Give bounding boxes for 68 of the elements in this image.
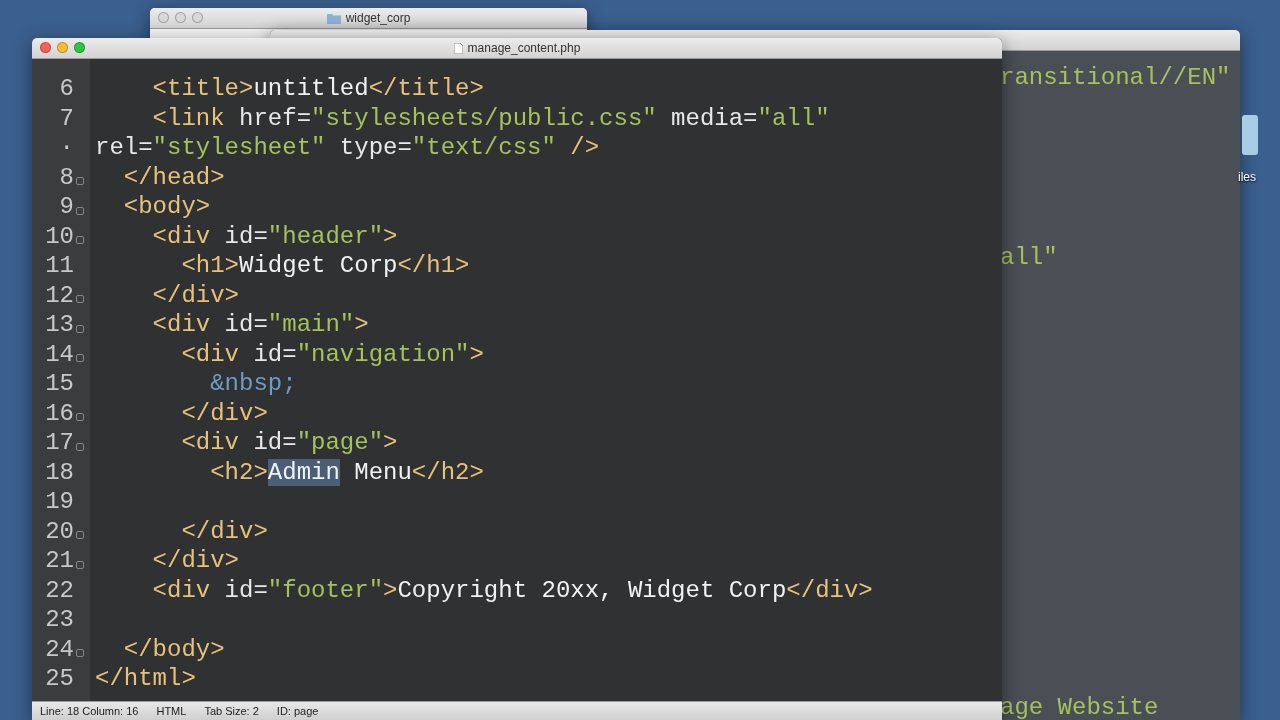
code-line: </head> — [122, 162, 226, 192]
code-line: <div id="main"> — [151, 310, 370, 340]
code-line: <title>untitled</title> — [151, 74, 485, 104]
code-line: </body> — [122, 634, 226, 664]
tab-size-selector[interactable]: Tab Size: 2 — [204, 705, 259, 717]
line-number: · — [59, 134, 74, 162]
line-number: 11 — [45, 252, 74, 280]
code-line: <div id="navigation"> — [180, 339, 485, 369]
line-number: 24 — [45, 635, 74, 663]
code-line: <div id="page"> — [180, 428, 399, 458]
code-line: <h1>Widget Corp</h1> — [180, 251, 471, 281]
close-button[interactable] — [40, 42, 51, 53]
fold-icon[interactable] — [76, 206, 84, 215]
fold-icon[interactable] — [76, 295, 84, 304]
window-title: manage_content.php — [467, 41, 581, 55]
line-number: 9 — [59, 193, 74, 221]
line-number: 21 — [45, 547, 74, 575]
window-control[interactable] — [175, 12, 186, 23]
line-number: 22 — [45, 576, 74, 604]
code-line: </div> — [151, 546, 241, 576]
zoom-button[interactable] — [74, 42, 85, 53]
code-text: age Website — [1000, 693, 1160, 720]
line-number: 14 — [45, 340, 74, 368]
code-line: <div id="header"> — [151, 221, 399, 251]
code-text: ransitional//EN" — [1000, 63, 1232, 93]
line-number: 25 — [45, 665, 74, 693]
line-number: 23 — [45, 606, 74, 634]
document-icon — [453, 42, 463, 54]
fold-icon[interactable] — [76, 177, 84, 186]
window-title: widget_corp — [345, 11, 411, 25]
code-line: </div> — [151, 280, 241, 310]
symbol-selector[interactable]: ID: page — [276, 705, 319, 717]
line-number: 17 — [45, 429, 74, 457]
code-line: </div> — [180, 398, 269, 428]
code-line: <h2>Admin Menu</h2> — [209, 457, 485, 487]
code-line: rel="stylesheet" type="text/css" /> — [95, 133, 601, 163]
fold-icon[interactable] — [76, 560, 84, 569]
minimize-button[interactable] — [57, 42, 68, 53]
line-number: 6 — [59, 75, 74, 103]
desktop-icon-label: iles — [1238, 170, 1256, 184]
code-line: <div id="footer">Copyright 20xx, Widget Corp</div> — [151, 575, 874, 605]
line-number: 10 — [45, 222, 74, 250]
window-control[interactable] — [192, 12, 203, 23]
code-line: &nbsp; — [209, 369, 298, 399]
line-number: 12 — [45, 281, 74, 309]
code-line: <body> — [122, 192, 212, 222]
code-line: </html> — [95, 664, 197, 694]
line-number: 13 — [45, 311, 74, 339]
line-number: 15 — [45, 370, 74, 398]
line-number: 18 — [45, 458, 74, 486]
fold-icon[interactable] — [76, 649, 84, 658]
code-line: </div> — [180, 516, 269, 546]
fold-icon[interactable] — [76, 354, 84, 363]
line-number: 8 — [59, 163, 74, 191]
fold-icon[interactable] — [76, 324, 84, 333]
fold-icon[interactable] — [76, 413, 84, 422]
line-number: 7 — [59, 104, 74, 132]
line-number: 19 — [45, 488, 74, 516]
line-number: 20 — [45, 517, 74, 545]
fold-icon[interactable] — [76, 531, 84, 540]
code-text: all" — [1000, 243, 1059, 273]
code-line: <link href="stylesheets/public.css" media="all" — [151, 103, 831, 133]
language-selector[interactable]: HTML — [156, 705, 187, 717]
fold-icon[interactable] — [76, 236, 84, 245]
window-control[interactable] — [158, 12, 169, 23]
fold-icon[interactable] — [76, 442, 84, 451]
line-number: 16 — [45, 399, 74, 427]
cursor-position: Line: 18 Column: 16 — [40, 705, 139, 717]
